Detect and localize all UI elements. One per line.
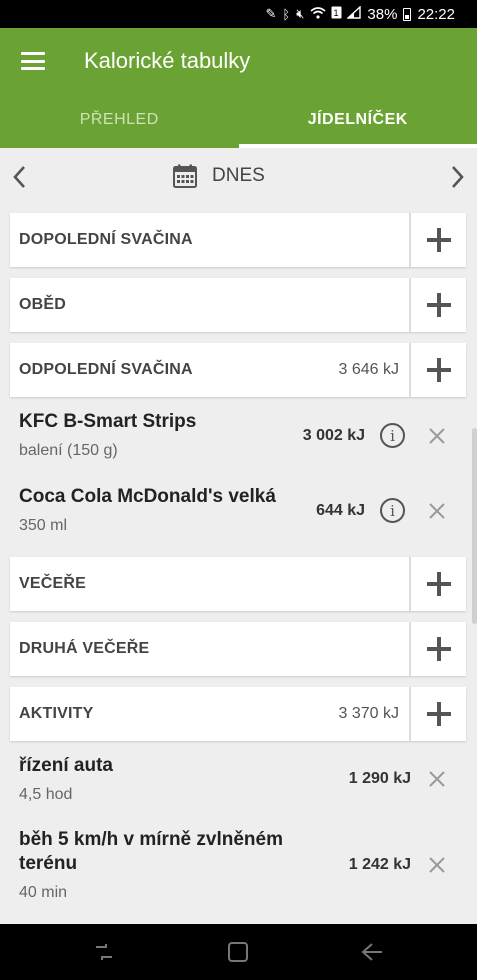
close-icon[interactable] — [428, 502, 446, 520]
activity-kj: 1 242 kJ — [348, 856, 411, 873]
svg-text:1: 1 — [334, 8, 340, 18]
section-name: VEČEŘE — [19, 575, 86, 592]
add-food-button[interactable] — [409, 557, 466, 611]
activity-duration: 4,5 hod — [19, 786, 73, 803]
signal-icon — [346, 5, 362, 22]
meal-section-odpoledni-svacina: ODPOLEDNÍ SVAČINA 3 646 kJ — [10, 343, 466, 397]
activity-kj: 1 290 kJ — [348, 770, 411, 787]
add-food-button[interactable] — [409, 213, 466, 267]
plus-icon — [426, 228, 451, 252]
section-kj: 3 646 kJ — [338, 361, 399, 378]
section-name: DRUHÁ VEČEŘE — [19, 640, 150, 657]
section-kj: 3 370 kJ — [338, 705, 399, 722]
close-icon[interactable] — [428, 856, 446, 874]
system-nav-bar — [0, 924, 477, 980]
app-bar: Kalorické tabulky PŘEHLED JÍDELNÍČEK — [0, 28, 477, 148]
food-item[interactable]: KFC B-Smart Strips balení (150 g) 3 002 … — [10, 410, 466, 480]
plus-icon — [426, 358, 451, 382]
plus-icon — [426, 572, 451, 596]
plus-icon — [426, 702, 451, 726]
diary-content: DNES DOPOLEDNÍ SVAČINA OBĚD ODPOLEDNÍ SV… — [0, 148, 477, 924]
tab-bar: PŘEHLED JÍDELNÍČEK — [0, 92, 477, 148]
mute-icon: 🔇︎ — [296, 6, 306, 21]
recent-apps-icon[interactable] — [92, 941, 116, 963]
section-name: AKTIVITY — [19, 705, 94, 722]
wifi-icon — [310, 6, 326, 22]
add-activity-button[interactable] — [409, 687, 466, 741]
back-icon[interactable] — [360, 941, 384, 963]
add-food-button[interactable] — [409, 343, 466, 397]
plus-icon — [426, 637, 451, 661]
info-icon[interactable]: i — [380, 498, 405, 523]
section-name: ODPOLEDNÍ SVAČINA — [19, 361, 193, 378]
meal-section-druha-vecere: DRUHÁ VEČEŘE — [10, 622, 466, 676]
scrollbar[interactable] — [472, 428, 477, 624]
app-title: Kalorické tabulky — [84, 48, 251, 73]
info-icon[interactable]: i — [380, 423, 405, 448]
close-icon[interactable] — [428, 770, 446, 788]
chevron-left-icon[interactable] — [8, 164, 34, 190]
date-label[interactable]: DNES — [173, 164, 265, 188]
status-icons: ✎ ᛒ 🔇︎ 1 — [265, 5, 362, 22]
date-text: DNES — [212, 165, 265, 186]
tab-prehled[interactable]: PŘEHLED — [0, 92, 239, 148]
bluetooth-icon: ᛒ — [282, 6, 292, 22]
meal-section-dopoledni-svacina: DOPOLEDNÍ SVAČINA — [10, 213, 466, 267]
meal-section-vecere: VEČEŘE — [10, 557, 466, 611]
date-navigator: DNES — [0, 148, 477, 206]
plus-icon — [426, 293, 451, 317]
activity-name: běh 5 km/h v mírně zvlněném terénu — [19, 829, 283, 874]
section-name: OBĚD — [19, 296, 67, 313]
close-icon[interactable] — [428, 427, 446, 445]
chevron-right-icon[interactable] — [443, 164, 469, 190]
add-food-button[interactable] — [409, 278, 466, 332]
status-bar: ✎ ᛒ 🔇︎ 1 38% 22:22 — [0, 0, 477, 28]
clock: 22:22 — [417, 5, 455, 23]
add-food-button[interactable] — [409, 622, 466, 676]
food-kj: 3 002 kJ — [302, 427, 365, 444]
activity-item[interactable]: řízení auta 4,5 hod 1 290 kJ — [10, 754, 466, 824]
home-icon[interactable] — [226, 941, 250, 963]
pen-icon: ✎ — [265, 6, 278, 21]
activity-duration: 40 min — [19, 884, 68, 901]
activity-item[interactable]: běh 5 km/h v mírně zvlněném terénu 40 mi… — [10, 828, 466, 918]
tab-jidelnicek[interactable]: JÍDELNÍČEK — [238, 92, 477, 148]
calendar-icon — [173, 164, 197, 188]
food-kj: 644 kJ — [316, 502, 365, 519]
meal-section-obed: OBĚD — [10, 278, 466, 332]
section-name: DOPOLEDNÍ SVAČINA — [19, 231, 193, 248]
sim-icon: 1 — [331, 6, 342, 22]
battery-icon — [403, 7, 412, 21]
menu-icon[interactable] — [21, 52, 45, 70]
food-item[interactable]: Coca Cola McDonald's velká 350 ml 644 kJ… — [10, 485, 466, 555]
activity-section: AKTIVITY 3 370 kJ — [10, 687, 466, 741]
battery-percent: 38% — [367, 5, 398, 23]
